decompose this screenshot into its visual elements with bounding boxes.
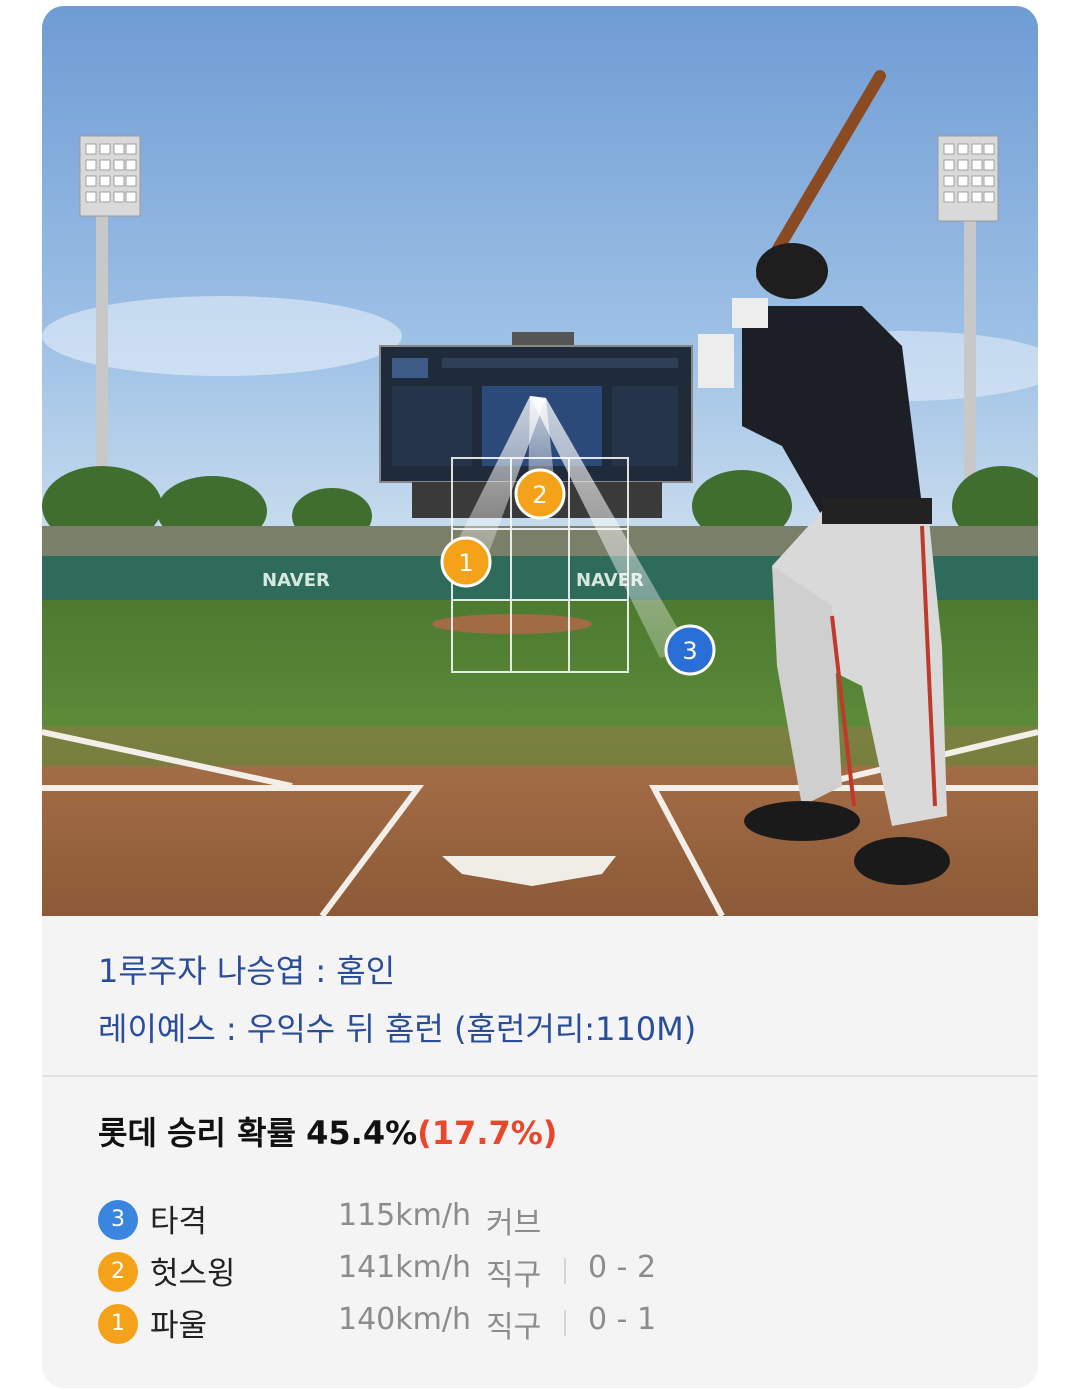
pitch-result: 헛스윙 [150, 1256, 236, 1292]
pitch-number-badge: 1 [98, 1304, 138, 1344]
pitch-result: 파울 [150, 1308, 208, 1344]
ad-naver-1: NAVER [262, 570, 330, 591]
marker-3: 3 [664, 624, 716, 676]
pitch-count: 0 - 1 [588, 1302, 657, 1337]
win-probability-value: 45.4% [306, 1114, 418, 1152]
pitch-number-badge: 2 [98, 1252, 138, 1292]
pitch-speed: 115km/h [338, 1198, 471, 1233]
svg-text:3: 3 [682, 637, 697, 665]
pitch-speed: 141km/h [338, 1250, 471, 1285]
team-name: 롯데 [98, 1114, 157, 1152]
pitch-number-badge: 3 [98, 1200, 138, 1240]
separator [564, 1258, 566, 1284]
event-log: 1루주자 나승엽 : 홈인 레이예스 : 우익수 뒤 홈런 (홈런거리:110M… [42, 916, 1038, 1076]
event-home-run: 레이예스 : 우익수 뒤 홈런 (홈런거리:110M) [98, 1010, 697, 1048]
pitch-row-3: 3 타격 115km/h 커브 [98, 1198, 998, 1241]
win-probability-delta: (17.7%) [417, 1114, 558, 1152]
marker-1: 1 [440, 536, 492, 588]
svg-text:1: 1 [458, 549, 473, 577]
svg-text:2: 2 [532, 481, 547, 509]
pitch-row-1: 1 파울 140km/h 직구 0 - 1 [98, 1302, 998, 1345]
pitch-count: 0 - 2 [588, 1250, 657, 1285]
marker-2: 2 [514, 468, 566, 520]
pitch-scene: NAVER NAVER 1 2 3 [42, 6, 1038, 916]
win-probability: 롯데 승리 확률 45.4%(17.7%) [98, 1108, 557, 1154]
pitch-type: 직구 [486, 1258, 542, 1293]
event-runner-home: 1루주자 나승엽 : 홈인 [98, 952, 396, 990]
separator [564, 1310, 566, 1336]
pitch-result: 타격 [150, 1204, 208, 1240]
pitch-row-2: 2 헛스윙 141km/h 직구 0 - 2 [98, 1250, 998, 1293]
divider [42, 1075, 1038, 1077]
pitch-speed: 140km/h [338, 1302, 471, 1337]
pitch-type: 직구 [486, 1310, 542, 1345]
at-bat-card: NAVER NAVER 1 2 3 1루주자 나승엽: 홈인 레이예스: 우… [42, 6, 1038, 1388]
pitch-type: 커브 [486, 1206, 542, 1241]
win-probability-label: 승리 확률 [167, 1114, 296, 1152]
